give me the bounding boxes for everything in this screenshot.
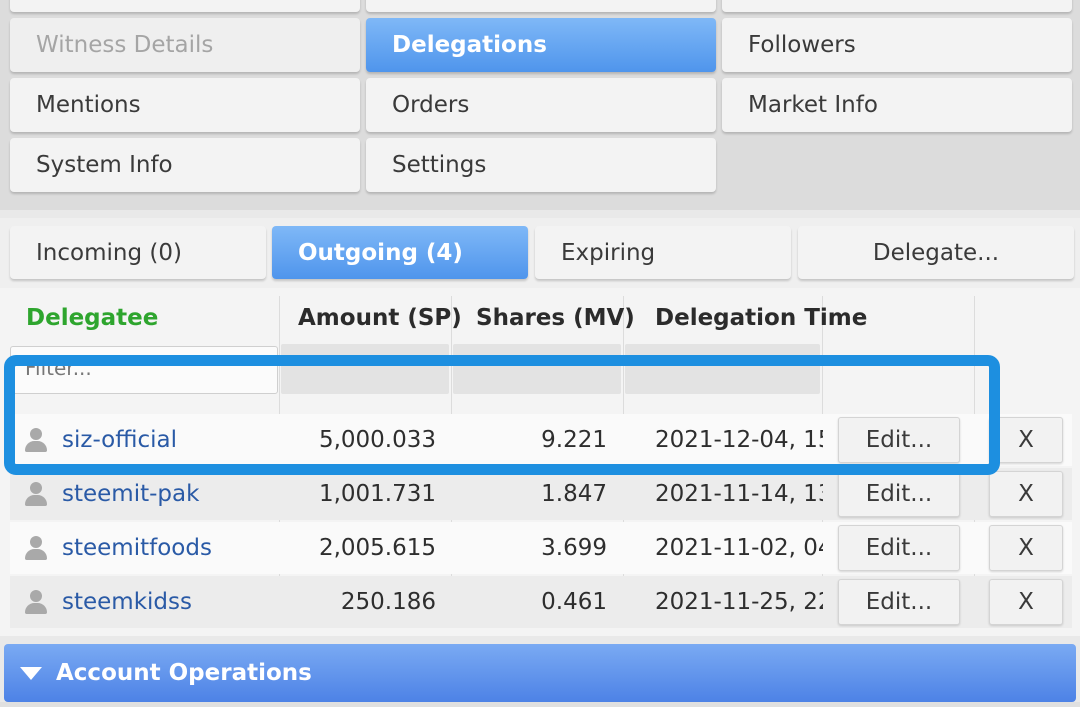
account-operations-label: Account Operations (56, 660, 312, 686)
menu-followers[interactable]: Followers (722, 18, 1072, 72)
user-icon (24, 482, 48, 506)
delegatee-link[interactable]: steemitfoods (62, 535, 212, 561)
header-delegation-time[interactable]: Delegation Time (655, 300, 867, 336)
delegatee-cell: siz-official (10, 414, 278, 466)
remove-button[interactable]: X (989, 579, 1063, 625)
delegatee-cell: steemitfoods (10, 522, 278, 574)
delegatee-link[interactable]: steemit-pak (62, 481, 199, 507)
amount-cell: 1,001.731 (318, 481, 436, 507)
shares-cell: 0.461 (541, 589, 607, 615)
menu-mentions[interactable]: Mentions (10, 78, 360, 132)
tab-incoming[interactable]: Incoming (0) (10, 226, 266, 279)
user-icon (24, 590, 48, 614)
menu-system-info[interactable]: System Info (10, 138, 360, 192)
delegatee-link[interactable]: steemkidss (62, 589, 192, 615)
tab-outgoing[interactable]: Outgoing (4) (272, 226, 528, 279)
amount-cell: 5,000.033 (318, 427, 436, 453)
menu-button-hidden-1[interactable] (10, 0, 360, 12)
header-amount[interactable]: Amount (SP) (298, 300, 462, 336)
delegate-button[interactable]: Delegate... (798, 226, 1074, 279)
header-shares[interactable]: Shares (MV) (476, 300, 635, 336)
shares-cell: 9.221 (541, 427, 607, 453)
edit-button[interactable]: Edit... (838, 417, 960, 463)
time-cell: 2021-11-02, 04: (655, 535, 823, 561)
remove-button[interactable]: X (989, 417, 1063, 463)
user-icon (24, 536, 48, 560)
time-cell: 2021-11-25, 22: (655, 589, 823, 615)
table-row: siz-official 5,000.033 9.221 2021-12-04,… (10, 414, 1072, 466)
menu-delegations[interactable]: Delegations (366, 18, 716, 72)
amount-cell: 250.186 (340, 589, 436, 615)
menu-button-hidden-3[interactable] (722, 0, 1072, 12)
table-row: steemit-pak 1,001.731 1.847 2021-11-14, … (10, 468, 1072, 520)
table-row: steemkidss 250.186 0.461 2021-11-25, 22:… (10, 576, 1072, 628)
filter-cell-shares (453, 344, 621, 394)
delegatee-cell: steemkidss (10, 576, 278, 628)
menu-orders[interactable]: Orders (366, 78, 716, 132)
delegatee-cell: steemit-pak (10, 468, 278, 520)
header-delegatee[interactable]: Delegatee (26, 300, 158, 336)
filter-cell-time (625, 344, 820, 394)
edit-button[interactable]: Edit... (838, 579, 960, 625)
filter-input[interactable]: Filter... (10, 346, 278, 394)
account-operations-toggle[interactable]: Account Operations (4, 644, 1076, 702)
bottom-strip (0, 702, 1080, 707)
edit-button[interactable]: Edit... (838, 525, 960, 571)
menu-market-info[interactable]: Market Info (722, 78, 1072, 132)
shares-cell: 1.847 (541, 481, 607, 507)
edit-button[interactable]: Edit... (838, 471, 960, 517)
amount-cell: 2,005.615 (318, 535, 436, 561)
filter-cell-amount (281, 344, 449, 394)
time-cell: 2021-11-14, 13: (655, 481, 823, 507)
menu-witness-details[interactable]: Witness Details (10, 18, 360, 72)
user-icon (24, 428, 48, 452)
triangle-down-icon (20, 666, 42, 680)
remove-button[interactable]: X (989, 525, 1063, 571)
remove-button[interactable]: X (989, 471, 1063, 517)
delegatee-link[interactable]: siz-official (62, 427, 177, 453)
menu-settings[interactable]: Settings (366, 138, 716, 192)
time-cell: 2021-12-04, 15: (655, 427, 823, 453)
table-row: steemitfoods 2,005.615 3.699 2021-11-02,… (10, 522, 1072, 574)
shares-cell: 3.699 (541, 535, 607, 561)
tab-expiring[interactable]: Expiring (535, 226, 791, 279)
menu-button-hidden-2[interactable] (366, 0, 716, 12)
